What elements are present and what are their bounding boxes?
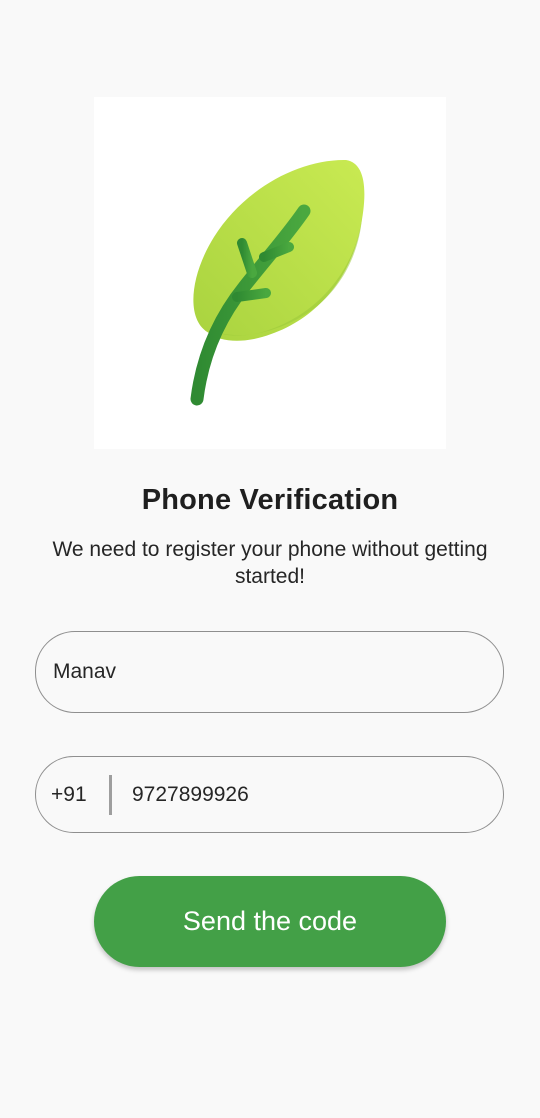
leaf-illustration bbox=[94, 97, 446, 449]
phone-input[interactable] bbox=[132, 782, 452, 807]
send-code-button[interactable]: Send the code bbox=[94, 876, 446, 967]
name-input[interactable] bbox=[53, 660, 473, 684]
country-code-divider bbox=[109, 774, 112, 815]
page-title: Phone Verification bbox=[141, 484, 399, 516]
name-field[interactable] bbox=[35, 631, 504, 713]
leaf-icon bbox=[190, 159, 365, 406]
country-code[interactable]: +91 bbox=[51, 783, 97, 807]
page-subtitle: We need to register your phone without g… bbox=[52, 538, 488, 588]
phone-field[interactable]: +91 bbox=[35, 756, 504, 833]
